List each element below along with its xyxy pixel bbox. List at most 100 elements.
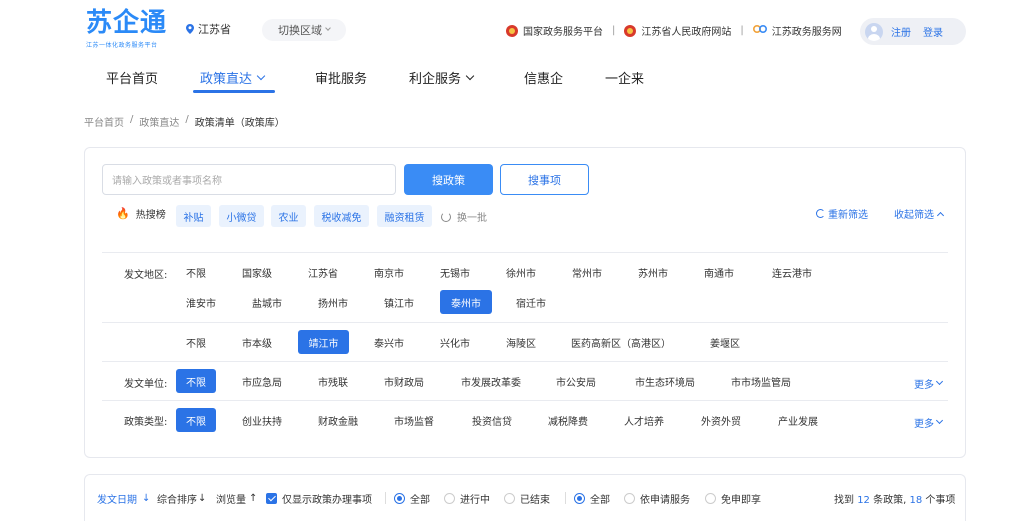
- region-option[interactable]: 江苏省: [302, 261, 344, 283]
- type-option[interactable]: 产业发展: [772, 409, 824, 431]
- type-option-selected[interactable]: 不限: [176, 408, 216, 432]
- type-option[interactable]: 人才培养: [618, 409, 670, 431]
- chevron-down-icon: [465, 71, 475, 80]
- switch-region-button[interactable]: 切换区域: [262, 19, 346, 41]
- region-option[interactable]: 宿迁市: [510, 291, 552, 313]
- radio-icon: [624, 493, 635, 504]
- region-option[interactable]: 盐城市: [246, 291, 288, 313]
- unit-option[interactable]: 市应急局: [236, 370, 288, 392]
- region-option[interactable]: 苏州市: [632, 261, 674, 283]
- district-option[interactable]: 兴化市: [434, 331, 476, 353]
- main-nav: 平台首页 政策直达 审批服务 利企服务 信惠企 一企来: [0, 62, 1024, 93]
- nav-item-label: 信惠企: [524, 72, 564, 87]
- reset-filter-button[interactable]: 重新筛选: [816, 206, 868, 221]
- district-option[interactable]: 海陵区: [500, 331, 542, 353]
- region-option[interactable]: 镇江市: [378, 291, 420, 313]
- region-option[interactable]: 常州市: [566, 261, 608, 283]
- type-more-button[interactable]: 更多: [914, 415, 944, 430]
- switch-region-label: 切换区域: [278, 24, 322, 37]
- nav-item-approval[interactable]: 审批服务: [315, 68, 367, 87]
- type-option[interactable]: 投资信贷: [466, 409, 518, 431]
- unit-option-selected[interactable]: 不限: [176, 369, 216, 393]
- unit-option[interactable]: 市生态环境局: [630, 370, 700, 392]
- search-policy-button[interactable]: 搜政策: [404, 164, 493, 195]
- link-national-portal[interactable]: 国家政务服务平台: [506, 23, 603, 38]
- hot-tag[interactable]: 补贴: [176, 205, 211, 227]
- breadcrumb-policy[interactable]: 政策直达: [139, 114, 179, 129]
- service-all-radio[interactable]: 全部: [574, 491, 610, 506]
- login-link[interactable]: 登录: [923, 24, 943, 39]
- region-option[interactable]: 国家级: [236, 261, 278, 283]
- region-label: 发文地区:: [124, 270, 168, 281]
- unit-option[interactable]: 市残联: [312, 370, 354, 392]
- hot-tag[interactable]: 融资租赁: [377, 205, 432, 227]
- unit-more-button[interactable]: 更多: [914, 376, 944, 391]
- hot-search: 🔥 热搜榜: [116, 206, 166, 221]
- nav-item-credit[interactable]: 信惠企: [524, 68, 563, 87]
- region-option[interactable]: 南通市: [698, 261, 740, 283]
- hot-tag[interactable]: 农业: [271, 205, 306, 227]
- unit-option[interactable]: 市财政局: [378, 370, 430, 392]
- nav-item-label: 利企服务: [409, 72, 462, 87]
- unit-option[interactable]: 市市场监管局: [726, 370, 796, 392]
- sort-overall-label: 综合排序: [157, 495, 197, 506]
- link-jiangsu-service[interactable]: 江苏政务服务网: [752, 23, 842, 38]
- service-exempt-radio[interactable]: 免申即享: [705, 491, 761, 506]
- status-all-radio[interactable]: 全部: [394, 491, 430, 506]
- region-option[interactable]: 无锡市: [434, 261, 476, 283]
- service-apply-radio[interactable]: 依申请服务: [624, 491, 690, 506]
- district-option[interactable]: 泰兴市: [368, 331, 410, 353]
- region-option[interactable]: 徐州市: [500, 261, 542, 283]
- district-option[interactable]: 医药高新区（高港区）: [566, 331, 676, 353]
- nav-active-indicator: [193, 90, 275, 93]
- hot-tag[interactable]: 小微贷: [219, 205, 264, 227]
- divider: |: [612, 25, 616, 36]
- search-item-button[interactable]: 搜事项: [500, 164, 589, 195]
- refresh-tags-button[interactable]: 换一批: [441, 209, 487, 224]
- nav-item-label: 审批服务: [315, 72, 368, 87]
- avatar[interactable]: [865, 22, 883, 41]
- unit-label: 发文单位:: [124, 379, 168, 390]
- sort-overall[interactable]: 综合排序 ↓: [157, 491, 206, 506]
- nav-item-policy[interactable]: 政策直达: [200, 68, 266, 87]
- type-option[interactable]: 减税降费: [542, 409, 594, 431]
- divider: [102, 252, 948, 253]
- district-option[interactable]: 不限: [176, 331, 216, 353]
- unit-option[interactable]: 市发展改革委: [456, 370, 526, 392]
- unit-option[interactable]: 市公安局: [550, 370, 602, 392]
- collapse-filter-button[interactable]: 收起筛选: [894, 206, 945, 221]
- region-option[interactable]: 扬州市: [312, 291, 354, 313]
- region-option[interactable]: 南京市: [368, 261, 410, 283]
- type-option[interactable]: 市场监督: [388, 409, 440, 431]
- policy-count: 12: [857, 495, 870, 506]
- link-province-gov[interactable]: 江苏省人民政府网站: [624, 23, 731, 38]
- district-option-selected[interactable]: 靖江市: [298, 330, 349, 354]
- type-option[interactable]: 外资外贸: [695, 409, 747, 431]
- register-link[interactable]: 注册: [891, 24, 911, 39]
- only-show-checkbox[interactable]: 仅显示政策办理事项: [266, 491, 372, 506]
- type-option[interactable]: 创业扶持: [236, 409, 288, 431]
- hot-tag[interactable]: 税收减免: [314, 205, 369, 227]
- refresh-label: 换一批: [457, 213, 487, 224]
- count-policy-suffix: 条政策,: [873, 495, 907, 506]
- search-input[interactable]: 请输入政策或者事项名称: [102, 164, 396, 195]
- location-pin-icon: [186, 24, 194, 34]
- status-ended-radio[interactable]: 已结束: [504, 491, 550, 506]
- region-option[interactable]: 连云港市: [764, 261, 820, 283]
- district-option[interactable]: 姜堰区: [704, 331, 746, 353]
- type-option[interactable]: 财政金融: [312, 409, 364, 431]
- region-option[interactable]: 不限: [176, 261, 216, 283]
- region-option-selected[interactable]: 泰州市: [440, 290, 492, 314]
- sort-by-views[interactable]: 浏览量 ↑: [216, 491, 257, 506]
- district-option[interactable]: 市本级: [236, 331, 278, 353]
- nav-item-enterprise-service[interactable]: 利企服务: [409, 68, 475, 87]
- nav-item-home[interactable]: 平台首页: [106, 68, 158, 87]
- link-national-portal-label: 国家政务服务平台: [523, 27, 603, 38]
- nav-item-yiqilai[interactable]: 一企来: [605, 68, 644, 87]
- breadcrumb-home[interactable]: 平台首页: [84, 114, 124, 129]
- region-option[interactable]: 淮安市: [180, 291, 222, 313]
- status-ongoing-radio[interactable]: 进行中: [444, 491, 490, 506]
- site-logo[interactable]: 苏企通 江苏一体化政务服务平台: [86, 8, 178, 49]
- sort-by-date[interactable]: 发文日期 ↓: [97, 491, 150, 506]
- service-all-label: 全部: [590, 495, 610, 506]
